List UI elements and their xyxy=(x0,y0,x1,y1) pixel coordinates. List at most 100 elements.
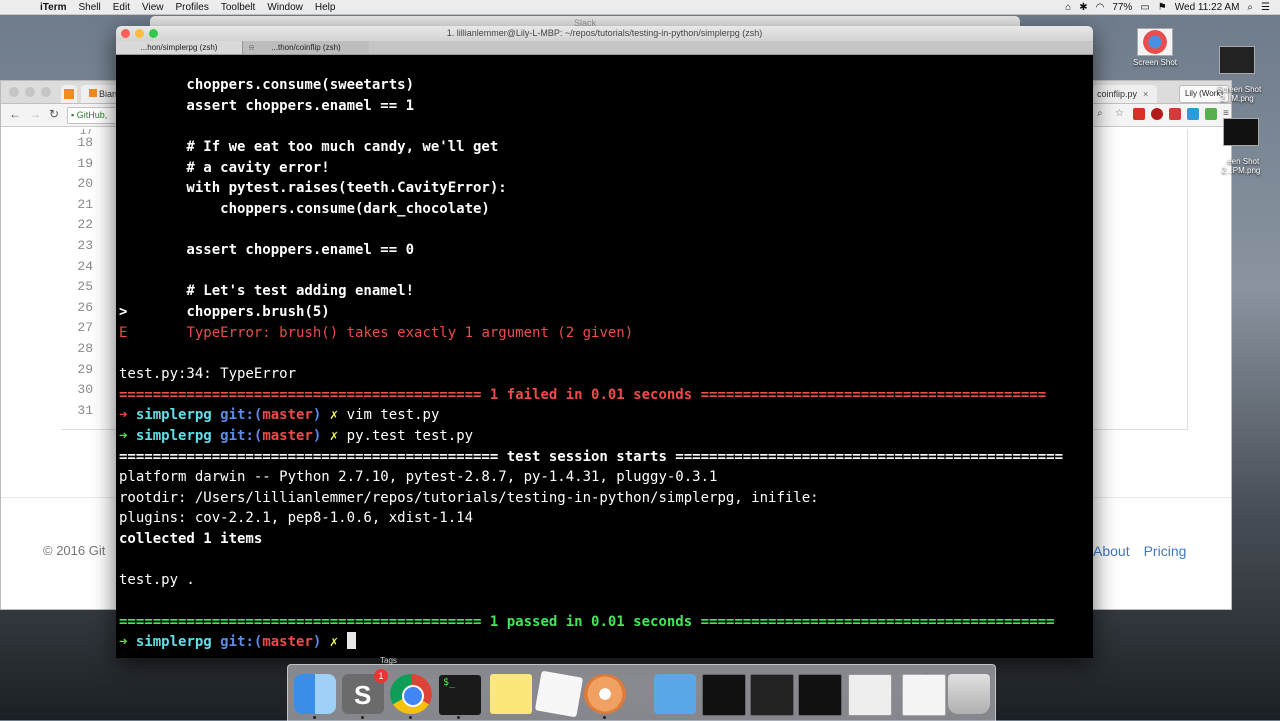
terminal-title: 1. lillianlemmer@Lily-L-MBP: ~/repos/tut… xyxy=(446,28,763,38)
terminal-window-controls xyxy=(121,29,158,38)
reload-icon[interactable]: ↻ xyxy=(49,107,59,121)
textedit-icon[interactable] xyxy=(534,670,584,718)
terminal-line-error: E TypeError: brush() takes exactly 1 arg… xyxy=(119,323,1091,344)
prompt-git-label: git:( xyxy=(220,427,263,444)
desktop-file[interactable]: Screen Shot 2...M.png xyxy=(1202,28,1272,103)
prompt-git-close: ) xyxy=(312,407,322,424)
close-icon[interactable] xyxy=(9,87,19,97)
terminal-line: assert choppers.enamel == 0 xyxy=(119,242,415,259)
minimized-window-icon[interactable] xyxy=(702,674,746,716)
running-indicator xyxy=(409,716,412,719)
terminal-line: # If we eat too much candy, we'll get xyxy=(119,138,499,155)
prompt-line: ➜ simplerpg git:(master) ✗ vim test.py xyxy=(119,405,1091,426)
terminal-line: > choppers.brush(5) xyxy=(119,302,1091,323)
failed-summary: 1 failed in 0.01 seconds xyxy=(489,386,693,403)
finder-icon[interactable] xyxy=(294,674,336,714)
forward-arrow-icon[interactable]: → xyxy=(29,107,41,121)
chrome-icon[interactable] xyxy=(390,674,432,714)
bluetooth-icon[interactable]: ✱ xyxy=(1079,2,1087,13)
prompt-directory: simplerpg xyxy=(135,427,212,444)
running-indicator xyxy=(361,716,364,719)
menu-help[interactable]: Help xyxy=(311,2,344,13)
prompt-branch: master xyxy=(262,427,313,444)
terminal-line: test.py . xyxy=(119,572,195,589)
prompt-dirty-icon: ✗ xyxy=(329,634,339,651)
trash-icon[interactable] xyxy=(948,674,990,714)
browser-tab-inactive[interactable] xyxy=(61,85,77,103)
file-thumbnail-icon xyxy=(1219,46,1255,74)
menu-edit[interactable]: Edit xyxy=(109,2,138,13)
menu-toolbelt[interactable]: Toolbelt xyxy=(217,2,263,13)
prompt-directory: simplerpg xyxy=(135,407,212,424)
text-cursor[interactable] xyxy=(346,632,356,650)
battery-percent[interactable]: 77% xyxy=(1112,2,1132,13)
tab-close-icon[interactable]: × xyxy=(1143,89,1148,99)
terminal-tab-coinflip[interactable]: ⍾ ...thon/coinflip (zsh) xyxy=(242,41,369,54)
menu-shell[interactable]: Shell xyxy=(75,2,109,13)
prompt-git-close: ) xyxy=(312,427,322,444)
prompt-branch: master xyxy=(262,634,313,651)
minimized-window-icon[interactable] xyxy=(798,674,842,716)
desktop-file[interactable]: een Shot 2...PM.png xyxy=(1206,100,1276,175)
flag-icon[interactable]: ⚑ xyxy=(1158,2,1167,13)
slack-glyph-icon: S xyxy=(354,680,372,710)
terminal-tab-simplerpg[interactable]: ...hon/simplerpg (zsh) xyxy=(116,41,242,54)
running-indicator xyxy=(457,716,460,719)
desktop-file-label: Screen Shot xyxy=(1132,58,1178,67)
terminal-line: collected 1 items xyxy=(119,531,263,548)
wifi-icon[interactable]: ◠ xyxy=(1096,2,1105,13)
footer-link-pricing[interactable]: Pricing xyxy=(1144,543,1187,559)
back-arrow-icon[interactable]: ← xyxy=(9,107,21,121)
spotlight-icon[interactable]: ⌕ xyxy=(1247,2,1253,13)
terminal-line: platform darwin -- Python 2.7.10, pytest… xyxy=(119,469,718,486)
terminal-prompt-icon: $_ xyxy=(443,677,456,688)
menu-profiles[interactable]: Profiles xyxy=(171,2,216,13)
folder-icon[interactable] xyxy=(654,674,696,714)
menubar-clock[interactable]: Wed 11:22 AM xyxy=(1175,2,1240,13)
line-text: choppers.brush(5) xyxy=(127,304,330,321)
session-start-line: ========================================… xyxy=(119,448,1064,465)
close-icon[interactable] xyxy=(121,29,130,38)
notification-center-icon[interactable]: ☰ xyxy=(1261,2,1270,13)
minimized-window-icon[interactable] xyxy=(848,674,892,716)
prompt-directory: simplerpg xyxy=(135,634,212,651)
menu-window[interactable]: Window xyxy=(263,2,311,13)
gmail-extension-icon[interactable] xyxy=(1133,108,1145,120)
prompt-line: ➜ simplerpg git:(master) ✗ py.test test.… xyxy=(119,426,1091,447)
footer-link-about[interactable]: About xyxy=(1093,543,1130,559)
line-number-gutter: 17 18 19 20 21 22 23 24 25 26 27 28 29 3… xyxy=(1,129,121,423)
battery-icon[interactable]: ▭ xyxy=(1140,2,1149,13)
prompt-git-close: ) xyxy=(312,634,322,651)
zoom-icon[interactable] xyxy=(149,29,158,38)
terminal-window[interactable]: 1. lillianlemmer@Lily-L-MBP: ~/repos/tut… xyxy=(116,26,1093,658)
browser-tab-coinflip[interactable]: coinflip.py × xyxy=(1093,85,1157,103)
desktop-file[interactable]: Screen Shot xyxy=(1120,28,1190,67)
minimize-icon[interactable] xyxy=(135,29,144,38)
pocket-extension-icon[interactable] xyxy=(1151,108,1163,120)
menu-app-name[interactable]: iTerm xyxy=(36,2,75,13)
line-number: 30 xyxy=(77,382,93,398)
line-number: 19 xyxy=(77,155,93,171)
passed-summary: 1 passed in 0.01 seconds xyxy=(489,613,693,630)
zoom-icon[interactable] xyxy=(41,87,51,97)
home-icon[interactable]: ⌂ xyxy=(1065,2,1071,13)
notes-icon[interactable] xyxy=(490,674,532,714)
menu-view[interactable]: View xyxy=(138,2,172,13)
prompt-arrow-icon: ➜ xyxy=(119,634,128,651)
search-icon[interactable]: ⌕ xyxy=(1097,108,1109,120)
address-bar[interactable]: ▪ GitHub, xyxy=(67,107,120,124)
minimized-window-icon[interactable] xyxy=(750,674,794,716)
extension-icon[interactable] xyxy=(1187,108,1199,120)
prompt-arrow-icon: ➜ xyxy=(119,427,128,444)
terminal-icon[interactable]: $_ xyxy=(438,674,482,716)
browser-tab-label: coinflip.py xyxy=(1097,89,1138,99)
downloads-stack-icon[interactable] xyxy=(902,674,946,716)
flower-app-icon[interactable] xyxy=(584,674,626,714)
extension-icon[interactable] xyxy=(1169,108,1181,120)
terminal-tab-label: ...thon/coinflip (zsh) xyxy=(271,43,341,52)
prompt-arrow-icon: ➜ xyxy=(119,407,128,424)
terminal-output[interactable]: choppers.consume(sweetarts) assert chopp… xyxy=(119,75,1091,653)
minimize-icon[interactable] xyxy=(25,87,35,97)
star-icon[interactable]: ☆ xyxy=(1115,108,1127,120)
rule-right: ========================================… xyxy=(692,613,1055,630)
